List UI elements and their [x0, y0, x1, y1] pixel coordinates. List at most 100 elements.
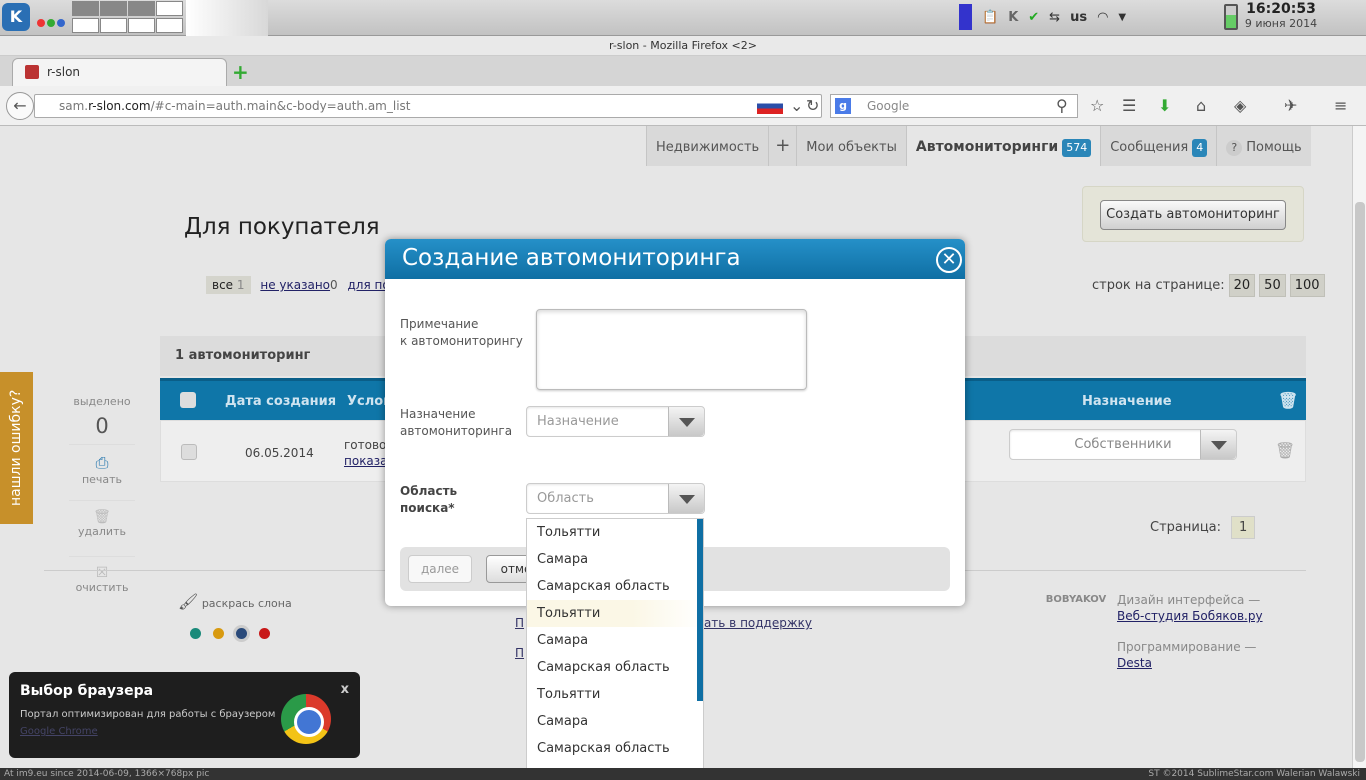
list-item[interactable]: Самарская область: [527, 735, 703, 762]
swatch-teal[interactable]: [190, 628, 201, 639]
tab-r-slon[interactable]: r-slon: [12, 58, 227, 86]
list-item[interactable]: Самара: [527, 627, 703, 654]
kde-menu-icon[interactable]: K: [2, 3, 30, 31]
note-label-line: Примечание: [400, 317, 479, 331]
feedback-tab[interactable]: нашли ошибку?: [0, 372, 33, 524]
keyboard-layout[interactable]: us: [1070, 10, 1087, 25]
notice-close-button[interactable]: x: [341, 682, 349, 697]
count-badge: 4: [1192, 139, 1208, 157]
purpose-select[interactable]: Назначение: [526, 406, 705, 437]
tab-messages[interactable]: Сообщения 4: [1100, 126, 1217, 166]
list-item[interactable]: Самара: [527, 546, 703, 573]
footer-link-2[interactable]: П: [515, 646, 524, 660]
select-all-checkbox[interactable]: [180, 392, 196, 408]
row-purpose-select[interactable]: Собственники: [1009, 429, 1237, 460]
cpu-monitor-icon[interactable]: [928, 4, 972, 30]
menu-icon[interactable]: ≡: [1334, 96, 1347, 115]
reload-icon[interactable]: ↻: [806, 96, 819, 115]
clipboard-icon[interactable]: 📋: [982, 10, 998, 25]
per-page-100[interactable]: 100: [1289, 274, 1325, 297]
update-check-icon[interactable]: ✔: [1028, 10, 1039, 25]
bookmark-star-icon[interactable]: ☆: [1090, 96, 1104, 115]
col-date[interactable]: Дата создания: [225, 394, 336, 409]
clock[interactable]: 16:20:53 9 июня 2014: [1236, 0, 1326, 30]
addon-icon[interactable]: ✈: [1284, 96, 1297, 115]
page-title: Для покупателя: [184, 214, 380, 240]
print-button[interactable]: ⎙ печать: [69, 444, 135, 496]
kde-k-icon[interactable]: K: [1008, 10, 1018, 25]
design-link[interactable]: Веб-студия Бобяков.ру: [1117, 608, 1263, 624]
area-dropdown-list[interactable]: Тольятти Самара Самарская область Тольят…: [526, 518, 704, 780]
prog-link[interactable]: Desta: [1117, 655, 1263, 671]
row-trash-icon[interactable]: 🗑: [1275, 441, 1295, 460]
col-purpose[interactable]: Назначение: [1082, 394, 1172, 409]
list-item[interactable]: Тольятти: [527, 519, 703, 546]
notice-link[interactable]: Google Chrome: [20, 726, 98, 737]
swatch-orange[interactable]: [213, 628, 224, 639]
new-tab-icon[interactable]: +: [232, 60, 249, 84]
per-page-50[interactable]: 50: [1259, 274, 1286, 297]
wifi-icon[interactable]: ◠: [1097, 10, 1108, 25]
list-item[interactable]: Самарская область: [527, 573, 703, 600]
taskbar-area: [186, 0, 268, 36]
tab-add[interactable]: +: [768, 126, 797, 166]
swatch-blue[interactable]: [236, 628, 247, 639]
tab-my-objects[interactable]: Мои объекты: [796, 126, 906, 166]
support-link[interactable]: асать в поддержку: [690, 616, 812, 630]
footer-link-1[interactable]: П: [515, 616, 524, 630]
address-bar[interactable]: sam.r-slon.com/#c-main=auth.main&c-body=…: [34, 94, 822, 118]
create-automonitoring-button[interactable]: Создать автомониторинг: [1100, 200, 1286, 230]
close-icon[interactable]: ✕: [936, 247, 962, 273]
selection-sidebar: выделено 0 ⎙ печать 🗑 удалить ☒ очистить: [66, 395, 138, 608]
tab-realty[interactable]: Недвижимость: [646, 126, 769, 166]
dropdown-icon[interactable]: ⌄: [790, 96, 803, 115]
list-item[interactable]: Тольятти: [527, 600, 703, 627]
list-item[interactable]: Самарская область: [527, 654, 703, 681]
note-textarea[interactable]: [536, 309, 807, 390]
trash-icon[interactable]: 🗑: [1278, 391, 1298, 410]
favicon-icon: [25, 65, 39, 79]
page-number[interactable]: 1: [1231, 516, 1256, 539]
delete-button[interactable]: 🗑 удалить: [69, 500, 135, 552]
tab-help[interactable]: ? Помощь: [1216, 126, 1311, 166]
dropdown-scrollbar[interactable]: [697, 519, 703, 701]
row-checkbox[interactable]: [181, 444, 197, 460]
home-icon[interactable]: ⌂: [1196, 96, 1206, 115]
back-arrow-icon[interactable]: ←: [6, 92, 34, 120]
filter-for[interactable]: для по: [348, 278, 390, 292]
scrollbar[interactable]: [1352, 126, 1366, 768]
filter-unspecified[interactable]: не указано0: [260, 278, 337, 292]
delete-label: удалить: [78, 525, 126, 538]
pocket-icon[interactable]: ◈: [1234, 96, 1246, 115]
window-buttons[interactable]: [37, 12, 67, 31]
tray-expand-icon[interactable]: ▼: [1118, 12, 1126, 23]
list-item[interactable]: Самара: [527, 708, 703, 735]
filter-all[interactable]: все 1: [206, 276, 251, 294]
brush-icon: 🖌: [178, 592, 199, 611]
tab-automonitoring[interactable]: Автомониторинги 574: [905, 126, 1101, 166]
network-icon[interactable]: ⇆: [1049, 10, 1060, 25]
binoculars-icon[interactable]: ⚲: [1056, 96, 1068, 115]
filter-link[interactable]: для по: [348, 278, 390, 292]
search-input[interactable]: g Google: [830, 94, 1078, 118]
logo-text: BOBYAKOV: [1045, 594, 1107, 605]
color-swatches: [190, 628, 270, 639]
list-item[interactable]: Тольятти: [527, 681, 703, 708]
bookmarks-list-icon[interactable]: ☰: [1122, 96, 1136, 115]
purpose-label: Назначение автомониторинга: [400, 406, 512, 440]
filter-count: 1: [236, 278, 245, 292]
url-host: sam.: [59, 99, 89, 113]
swatch-red[interactable]: [259, 628, 270, 639]
desktop-pager[interactable]: [72, 1, 186, 33]
area-select[interactable]: Область: [526, 483, 705, 514]
tab-label: Помощь: [1246, 140, 1302, 155]
scrollbar-thumb[interactable]: [1355, 202, 1365, 762]
clear-button[interactable]: ☒ очистить: [69, 556, 135, 608]
download-icon[interactable]: ⬇: [1158, 96, 1171, 115]
filter-link[interactable]: не указано: [260, 278, 330, 292]
purpose-label-line: Назначение: [400, 407, 476, 421]
note-label-line: к автомониторингу: [400, 334, 523, 348]
next-button[interactable]: далее: [408, 555, 472, 583]
row-cond-link[interactable]: показа: [344, 454, 388, 468]
per-page-20[interactable]: 20: [1228, 274, 1256, 297]
